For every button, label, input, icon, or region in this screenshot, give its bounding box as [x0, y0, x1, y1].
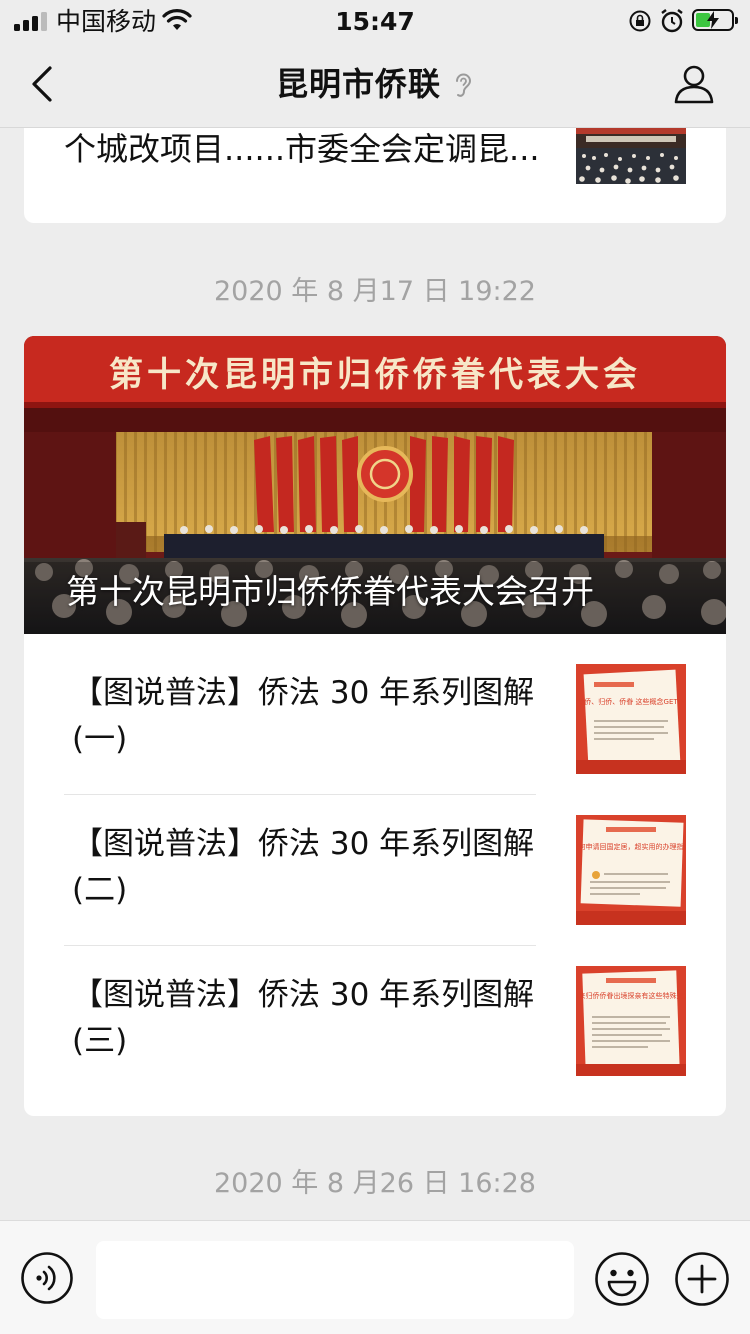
article-thumbnail[interactable]: 华侨如何申请回国定居，超实用的办理指南来了	[576, 815, 686, 925]
article-thumbnail[interactable]	[576, 128, 686, 184]
ear-icon	[456, 73, 472, 97]
article-thumbnail[interactable]: 华侨、归侨、侨眷 这些概念GET下	[576, 664, 686, 774]
emoji-icon[interactable]	[594, 1251, 650, 1307]
page-title: 昆明市侨联	[275, 65, 441, 103]
message-list[interactable]: 个城改项目......市委全会定调昆... 2020 年 8 月17 日 19:…	[0, 128, 750, 1220]
status-bar: 中国移动 15:47	[0, 0, 750, 44]
thumb-heading: 华侨、归侨、侨眷 这些概念GET下	[577, 697, 684, 706]
article-title[interactable]: 【图说普法】侨法 30 年系列图解(一)	[72, 670, 552, 762]
battery-icon	[692, 9, 738, 31]
list-item[interactable]: 【图说普法】侨法 30 年系列图解(三) 原来归侨侨眷出境探亲有这些特殊规定	[24, 936, 726, 1086]
alarm-icon	[661, 9, 683, 33]
article-title[interactable]: 【图说普法】侨法 30 年系列图解(二)	[72, 821, 552, 913]
timestamp: 2020 年 8 月17 日 19:22	[214, 276, 536, 307]
article-title[interactable]: 【图说普法】侨法 30 年系列图解(三)	[72, 972, 552, 1064]
rotation-lock-icon	[629, 10, 651, 32]
input-toolbar	[0, 1220, 750, 1334]
hero-article[interactable]: 第十次昆明市归侨侨眷代表大会 第十次昆明市归侨侨眷代表大会召开	[24, 336, 726, 634]
nav-title-wrap: 昆明市侨联	[0, 64, 750, 104]
article-card-previous[interactable]: 个城改项目......市委全会定调昆...	[24, 128, 726, 223]
hero-banner-text: 第十次昆明市归侨侨眷代表大会	[109, 355, 641, 395]
thumb-heading: 华侨如何申请回国定居，超实用的办理指南来了	[576, 842, 686, 851]
list-item[interactable]: 【图说普法】侨法 30 年系列图解(二) 华侨如何申请回国定居，超实用的办理指南…	[24, 785, 726, 935]
list-item[interactable]: 【图说普法】侨法 30 年系列图解(一) 华侨、归侨、侨眷 这些概念GET下	[24, 634, 726, 784]
timestamp: 2020 年 8 月26 日 16:28	[214, 1168, 536, 1199]
article-card[interactable]: 第十次昆明市归侨侨眷代表大会 第十次昆明市归侨侨眷代表大会召开 【图说普法】侨法…	[24, 336, 726, 1116]
message-input[interactable]	[96, 1241, 574, 1319]
thumb-heading: 原来归侨侨眷出境探亲有这些特殊规定	[576, 991, 686, 1000]
voice-icon[interactable]	[20, 1251, 74, 1305]
article-thumbnail[interactable]: 原来归侨侨眷出境探亲有这些特殊规定	[576, 966, 686, 1076]
article-title[interactable]: 个城改项目......市委全会定调昆...	[64, 128, 544, 180]
person-icon[interactable]	[670, 60, 718, 108]
plus-icon[interactable]	[674, 1251, 730, 1307]
navigation-bar: 昆明市侨联	[0, 44, 750, 128]
hero-title[interactable]: 第十次昆明市归侨侨眷代表大会召开	[66, 568, 594, 616]
